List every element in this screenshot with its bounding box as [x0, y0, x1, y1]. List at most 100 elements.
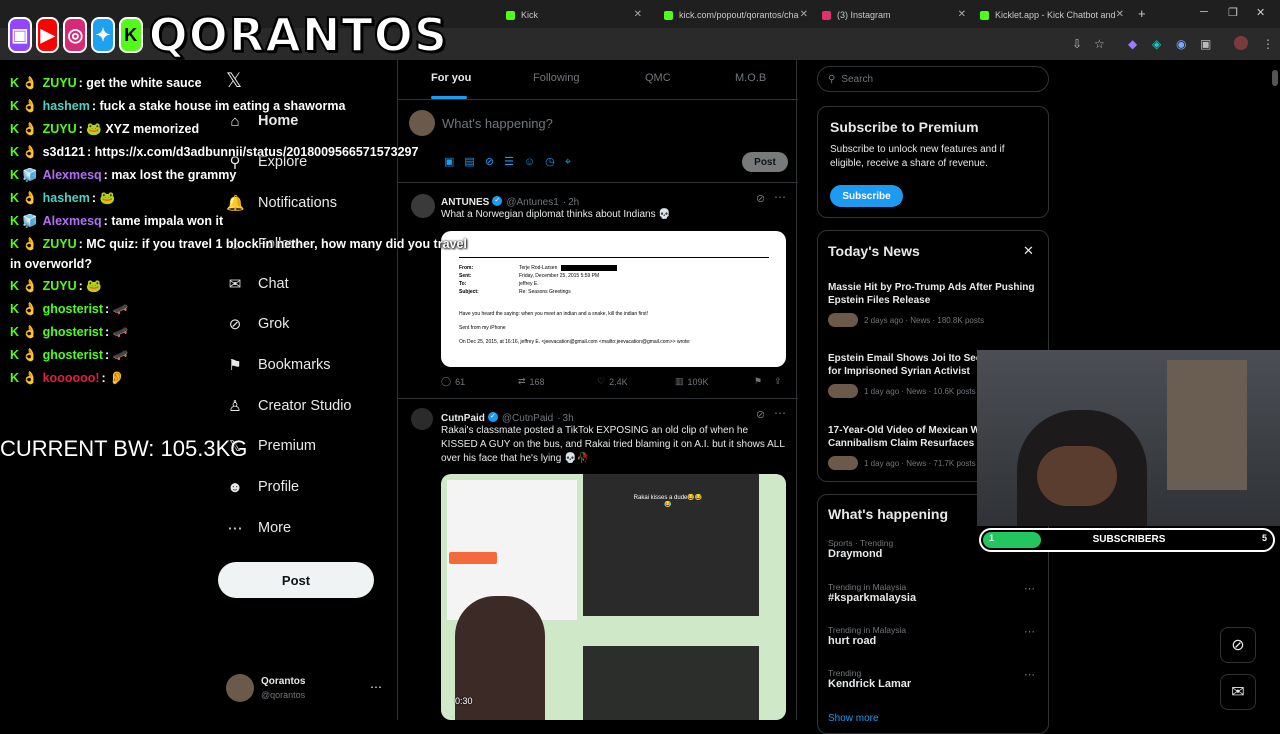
reply-action[interactable]: ◯ 61 [441, 376, 465, 387]
hand-badge-icon: 👌 [22, 191, 38, 205]
tweet-avatar[interactable] [411, 408, 433, 430]
tweet[interactable]: CutnPaid ✓ @CutnPaid · 3h ⊘ ⋯ Rakai's classm… [398, 398, 798, 720]
close-icon[interactable]: ✕ [1023, 243, 1034, 259]
grok-icon[interactable]: ⊘ [485, 156, 504, 168]
nav-bookmarks[interactable]: ⚑ Bookmarks [226, 350, 330, 380]
browser-tab-kicklet[interactable]: Kicklet.app - Kick Chatbot and ✕ [972, 4, 1130, 26]
news-item[interactable]: Massie Hit by Pro-Trump Ads After Pushin… [828, 281, 1040, 327]
show-more-link[interactable]: Show more [828, 713, 879, 724]
composer-input[interactable]: What's happening? [442, 116, 553, 131]
grok-icon[interactable]: ⊘ [756, 192, 765, 205]
close-window-icon[interactable]: ✕ [1256, 6, 1265, 19]
account-name: Qorantos [261, 676, 306, 687]
share-action[interactable]: ⇪ [774, 376, 782, 387]
chat-message: K 👌 ZUYU: get the white sauce [10, 76, 202, 90]
scrollbar[interactable] [1272, 70, 1278, 86]
messages-float-button[interactable]: ✉ [1220, 674, 1256, 710]
nav-grok[interactable]: ⊘ Grok [226, 309, 290, 339]
instagram-favicon-icon [822, 10, 831, 20]
trend-menu-icon[interactable]: ⋯ [1024, 582, 1035, 595]
bookmark-star-icon[interactable]: ☆ [1094, 37, 1105, 51]
chat-message-continuation: in overworld? [10, 257, 92, 271]
tweet-menu-icon[interactable]: ⋯ [774, 406, 786, 420]
trend-item[interactable]: Trending Kendrick Lamar [828, 668, 911, 690]
tweet-author[interactable]: CutnPaid [441, 413, 485, 424]
extension-icon[interactable]: ◆ [1128, 37, 1137, 51]
chat-message: K 👌 ZUYU: 🐸 [10, 279, 102, 293]
extension-icon[interactable]: ◈ [1152, 37, 1161, 51]
nav-creator-studio[interactable]: ♙ Creator Studio [226, 391, 351, 421]
browser-tab-instagram[interactable]: (3) Instagram ✕ [814, 4, 972, 26]
puzzle-icon[interactable]: ▣ [1200, 37, 1211, 51]
browser-profile-avatar[interactable] [1234, 36, 1248, 50]
account-avatar[interactable] [226, 674, 254, 702]
repost-action[interactable]: ⇄ 168 [518, 376, 545, 387]
nav-notifications[interactable]: 🔔 Notifications [226, 188, 337, 218]
grok-icon[interactable]: ⊘ [756, 408, 765, 421]
poll-icon[interactable]: ☰ [504, 156, 524, 168]
main-feed: For you Following QMC M.O.B What's happe… [397, 60, 798, 720]
premium-panel: Subscribe to Premium Subscribe to unlock… [817, 106, 1049, 218]
gif-icon[interactable]: ▤ [464, 156, 484, 168]
tweet[interactable]: ANTUNES ✓ @Antunes1 · 2h ⊘ ⋯ What a Norwegia… [398, 182, 798, 396]
tweet-image-email[interactable]: From: Terje Rod-Larsen Sent: Friday, Decem… [441, 231, 786, 367]
tab-mob[interactable]: M.O.B [735, 72, 766, 84]
kick-badge-icon: K [10, 325, 20, 339]
trend-item[interactable]: Trending in Malaysia hurt road [828, 625, 906, 647]
x-logo[interactable]: 𝕏 [226, 68, 242, 93]
nav-profile[interactable]: ☻ Profile [226, 472, 299, 502]
restore-icon[interactable]: ❐ [1228, 6, 1238, 19]
close-tab-icon[interactable]: ✕ [958, 9, 966, 20]
close-tab-icon[interactable]: ✕ [1116, 9, 1124, 20]
tweet-handle[interactable]: @CutnPaid [502, 413, 553, 424]
location-icon[interactable]: ⌖ [565, 156, 581, 168]
video-caption: Rakai kisses a dude😂😂😂 [633, 495, 703, 508]
nav-chat[interactable]: ✉ Chat [226, 269, 289, 299]
tweet-author[interactable]: ANTUNES [441, 197, 489, 208]
repost-icon: ⇄ [518, 376, 526, 386]
chat-message: K 👌 ghosterist: 🛹 [10, 325, 129, 339]
subscribe-button[interactable]: Subscribe [830, 185, 903, 207]
twitch-icon: ▣ [8, 17, 32, 53]
composer-avatar [409, 110, 435, 136]
tweet-avatar[interactable] [411, 194, 435, 218]
trend-menu-icon[interactable]: ⋯ [1024, 668, 1035, 681]
tweet-menu-icon[interactable]: ⋯ [774, 190, 786, 204]
views-action[interactable]: ▥ 109K [675, 376, 709, 387]
tab-for-you[interactable]: For you [431, 72, 471, 84]
composer-post-button[interactable]: Post [742, 152, 788, 172]
new-tab-button[interactable]: + [1138, 6, 1146, 21]
news-avatars [828, 456, 858, 470]
search-input[interactable]: ⚲ Search [817, 66, 1049, 92]
grok-float-button[interactable]: ⊘ [1220, 627, 1256, 663]
post-button[interactable]: Post [218, 562, 374, 598]
bookmark-action[interactable]: ⚑ [754, 376, 762, 387]
video-screen-bottom [583, 646, 759, 720]
channel-name: QORANTOS [148, 7, 449, 63]
like-action[interactable]: ♡ 2.4K [597, 376, 628, 387]
tweet-video[interactable]: Rakai kisses a dude😂😂😂 0:30 [441, 474, 786, 720]
minimize-icon[interactable]: ─ [1200, 6, 1208, 18]
trend-menu-icon[interactable]: ⋯ [1024, 625, 1035, 638]
tab-following[interactable]: Following [533, 72, 579, 84]
tab-qmc[interactable]: QMC [645, 72, 671, 84]
schedule-icon[interactable]: ◷ [545, 156, 565, 168]
browser-tab-kick[interactable]: Kick ✕ [498, 4, 648, 26]
search-icon: ⚲ [828, 73, 836, 85]
install-app-icon[interactable]: ⇩ [1072, 37, 1082, 51]
extension-icon[interactable]: ◉ [1176, 37, 1186, 51]
trend-item[interactable]: Trending in Malaysia #ksparkmalaysia [828, 582, 916, 604]
nav-more[interactable]: ⋯ More [226, 513, 292, 543]
browser-menu-icon[interactable]: ⋮ [1262, 37, 1274, 51]
trend-item[interactable]: Sports · Trending Draymond [828, 538, 893, 560]
image-icon[interactable]: ▣ [444, 156, 464, 168]
body-weight-label: CURRENT BW: 105.3KG [0, 436, 248, 461]
close-tab-icon[interactable]: ✕ [800, 9, 808, 20]
account-menu-icon[interactable]: ⋯ [370, 680, 382, 694]
tweet-handle[interactable]: @Antunes1 [506, 197, 558, 208]
close-tab-icon[interactable]: ✕ [634, 9, 642, 20]
redaction-bar [561, 265, 618, 271]
kick-badge-icon: K [10, 302, 20, 316]
browser-tab-kick-popout[interactable]: kick.com/popout/qorantos/cha ✕ [656, 4, 814, 26]
emoji-icon[interactable]: ☺ [524, 156, 545, 168]
